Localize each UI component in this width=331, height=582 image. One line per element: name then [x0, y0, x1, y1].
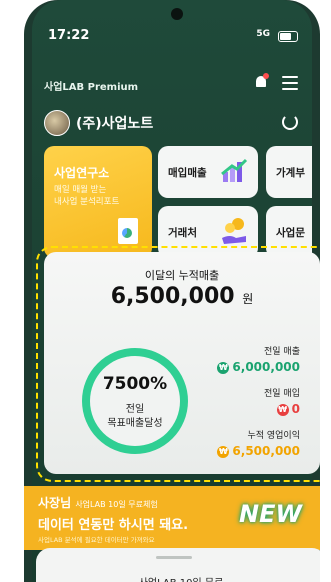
- tile-lab-desc-1: 매일 매월 받는: [54, 185, 107, 195]
- tile-household-ledger[interactable]: 가계부: [266, 146, 312, 198]
- monthly-sales-title: 이달의 누적매출: [144, 269, 220, 282]
- stat-label: 전일 매입: [264, 389, 300, 399]
- menu-icon[interactable]: [282, 76, 298, 90]
- phone-frame: 17:22 5G 사업LAB Premium (주)사업노트 사업연구소 매일 …: [24, 0, 320, 582]
- goal-progress-label-2: 목표매출달성: [107, 418, 163, 429]
- stat-label: 누적 영업이익: [247, 431, 300, 441]
- banner-trial-text: 사업LAB 10일 무료체험: [75, 500, 158, 509]
- goal-progress-ring: 7500% 전일 목표매출달성: [82, 348, 188, 454]
- chart-growth-icon: [221, 158, 248, 182]
- sheet-grab-handle[interactable]: [156, 556, 192, 559]
- stat-value: ₩6,000,000: [217, 360, 300, 374]
- bottom-sheet[interactable]: 사업LAB 10일 무료: [36, 548, 320, 582]
- tile-label: 사업문: [276, 227, 305, 239]
- sheet-peek-title: 사업LAB 10일 무료: [36, 574, 320, 582]
- amount-unit: 원: [242, 292, 254, 306]
- stat-number: 0: [291, 402, 300, 416]
- tile-label: 거래처: [168, 227, 197, 239]
- sales-panel: 이달의 누적매출 6,500,000 원 7500% 전일 목표매출달성 전일 …: [44, 252, 320, 474]
- refresh-icon[interactable]: [282, 114, 298, 130]
- won-coin-green-icon: ₩: [217, 361, 230, 374]
- stat-value: ₩6,500,000: [217, 444, 300, 458]
- app-header: 사업LAB Premium: [44, 73, 300, 96]
- stat-number: 6,000,000: [232, 360, 300, 374]
- new-badge: NEW: [239, 500, 302, 528]
- stat-prev-purchases: 전일 매입 ₩0: [264, 386, 300, 416]
- signal-indicator: 5G: [256, 29, 270, 39]
- tile-label: 가계부: [276, 167, 305, 179]
- tile-sales-purchases[interactable]: 매입매출: [158, 146, 258, 198]
- amount-value: 6,500,000: [110, 284, 235, 309]
- goal-progress-label-1: 전일: [125, 404, 145, 415]
- won-coin-yellow-icon: ₩: [217, 445, 230, 458]
- stat-value: ₩0: [264, 402, 300, 416]
- status-bar: 17:22 5G: [48, 28, 298, 46]
- battery-icon: [278, 31, 298, 42]
- tile-lab-desc-2: 내사업 분석리포트: [54, 197, 120, 207]
- business-avatar: [44, 110, 70, 136]
- stat-number: 6,500,000: [232, 444, 300, 458]
- handshake-coin-icon: [222, 218, 246, 244]
- app-brand: 사업LAB Premium: [44, 82, 139, 93]
- monthly-sales-amount: 6,500,000 원: [44, 284, 320, 309]
- banner-line-2: 데이터 연동만 하시면 돼요.: [38, 518, 189, 533]
- banner-greeting: 사장님: [38, 496, 72, 510]
- stat-label: 전일 매출: [264, 347, 300, 357]
- report-icon: [118, 218, 138, 244]
- status-time: 17:22: [48, 28, 90, 43]
- tile-label: 매입매출: [168, 167, 207, 179]
- business-selector[interactable]: (주)사업노트: [44, 110, 300, 136]
- front-camera: [171, 8, 183, 20]
- tile-lab-title: 사업연구소: [54, 166, 110, 180]
- promo-banner[interactable]: 사장님 사업LAB 10일 무료체험 데이터 연동만 하시면 돼요. 사업LAB…: [24, 486, 320, 550]
- stat-prev-sales: 전일 매출 ₩6,000,000: [217, 344, 300, 374]
- won-coin-red-icon: ₩: [276, 403, 289, 416]
- banner-line-1: 사장님 사업LAB 10일 무료체험: [38, 494, 158, 511]
- banner-line-3: 사업LAB 분석에 필요한 데이터만 가져와요: [38, 536, 155, 544]
- notification-bell-icon[interactable]: [254, 73, 269, 90]
- stat-operating-profit: 누적 영업이익 ₩6,500,000: [217, 428, 300, 458]
- tile-lab-desc: 매일 매월 받는 내사업 분석리포트: [54, 184, 119, 208]
- monthly-sales-card[interactable]: 이달의 누적매출 6,500,000 원 7500% 전일 목표매출달성 전일 …: [36, 246, 320, 482]
- tile-business-lab[interactable]: 사업연구소 매일 매월 받는 내사업 분석리포트: [44, 146, 152, 258]
- business-name: (주)사업노트: [76, 116, 154, 132]
- goal-progress-percent: 7500%: [102, 374, 168, 394]
